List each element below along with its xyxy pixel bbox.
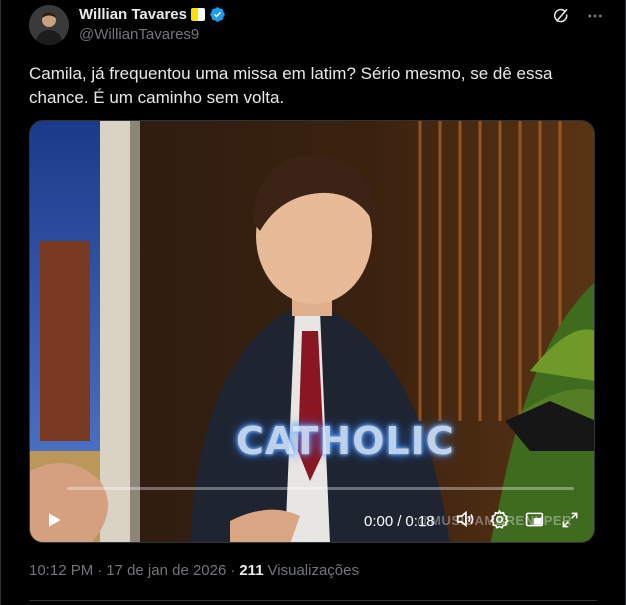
- meta-separator: ·: [230, 562, 236, 579]
- video-frame: [30, 121, 594, 542]
- video-watermark: @MUSICAMBRENYPER: [416, 513, 572, 528]
- avatar[interactable]: [29, 5, 69, 45]
- video-current-time: 0:00: [364, 513, 394, 530]
- author-handle[interactable]: @WillianTavares9: [79, 26, 199, 43]
- grok-icon[interactable]: [551, 6, 571, 26]
- tweet-meta: 10:12 PM · 17 de jan de 2026 · 211 Visua…: [29, 562, 359, 579]
- tweet-time[interactable]: 10:12 PM: [29, 562, 93, 579]
- video-progress-bar[interactable]: [67, 487, 574, 490]
- tweet: Willian Tavares @WillianTavares9 Camila,…: [0, 0, 626, 605]
- author-name[interactable]: Willian Tavares: [79, 6, 187, 23]
- tweet-actions: [551, 6, 605, 26]
- video-caption: CATHOLIC: [236, 419, 455, 463]
- time-separator: /: [397, 513, 402, 530]
- play-icon: [49, 513, 61, 527]
- tweet-date[interactable]: 17 de jan de 2026: [106, 562, 226, 579]
- more-options-icon[interactable]: [585, 6, 605, 26]
- video-player[interactable]: CATHOLIC 0:00 / 0:18 @MUSICAMBRENYPER: [29, 120, 595, 543]
- vatican-flag-icon: [190, 8, 205, 21]
- views-count: 211: [239, 562, 264, 579]
- verified-badge-icon: [209, 6, 226, 23]
- play-button[interactable]: [44, 510, 64, 530]
- views-label: Visualizações: [267, 562, 359, 579]
- divider: [29, 600, 597, 601]
- author-row: Willian Tavares: [79, 6, 226, 23]
- tweet-text: Camila, já frequentou uma missa em latim…: [29, 64, 553, 107]
- meta-separator: ·: [97, 562, 103, 579]
